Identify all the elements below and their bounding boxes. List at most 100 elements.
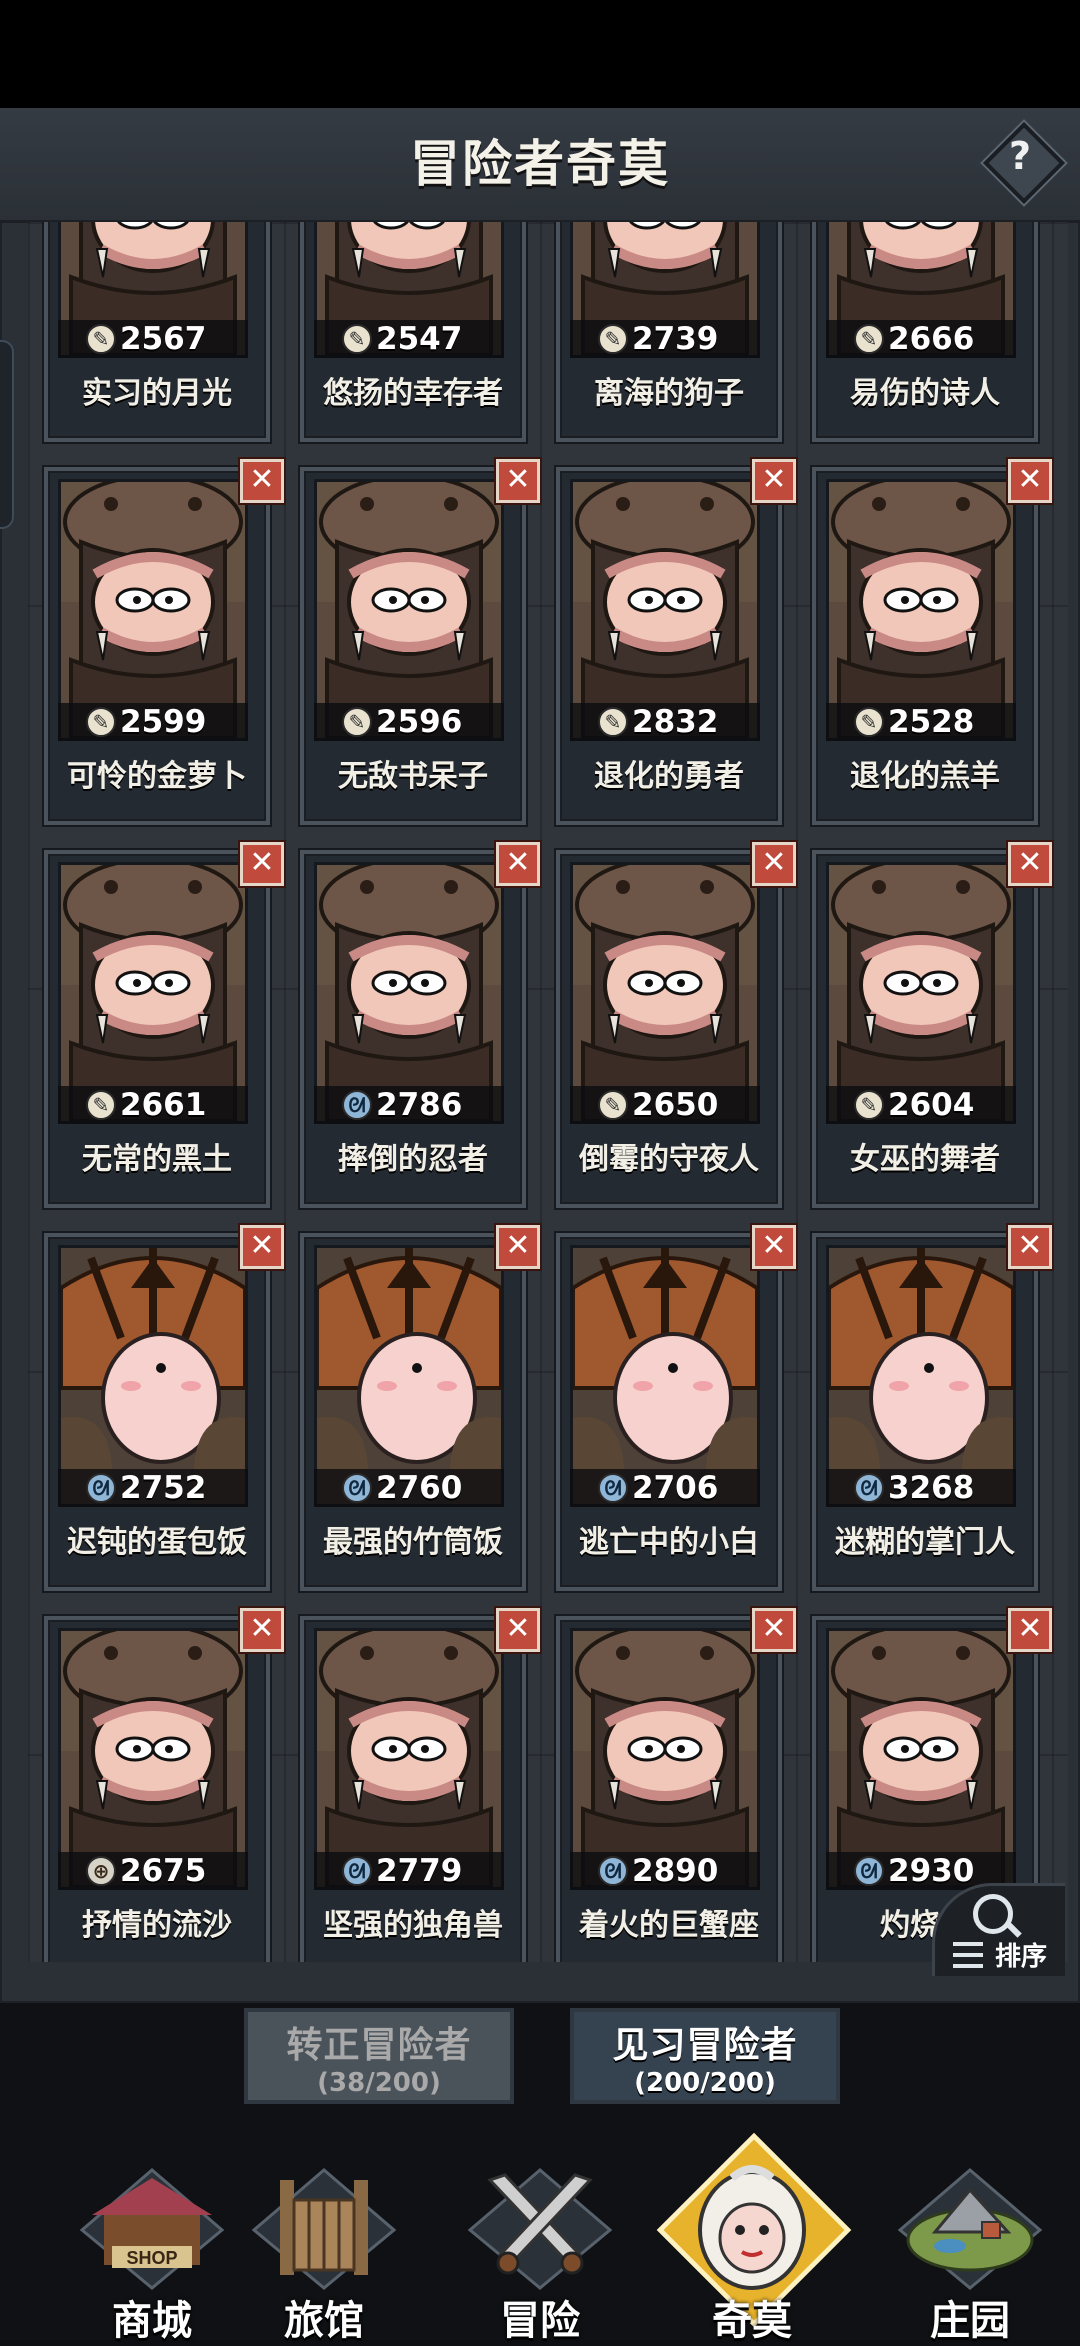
hippo-portrait-art <box>317 1631 501 1887</box>
nav-label-adventure: 冒险 <box>500 2298 580 2344</box>
adventurer-card[interactable]: ᘛ 2890 着火的巨蟹座 ✕ <box>556 1608 796 1962</box>
remove-button[interactable]: ✕ <box>1008 459 1052 503</box>
remove-button[interactable]: ✕ <box>752 1225 796 1269</box>
power-value: 2779 <box>376 1853 463 1889</box>
inn-gate-icon <box>251 2168 397 2290</box>
hippo-portrait-art <box>317 482 501 738</box>
tab-formal-adventurers[interactable]: 转正冒险者 (38/200) <box>244 2008 514 2104</box>
adventurer-card[interactable]: ✎ 2604 女巫的舞者 ✕ <box>812 842 1052 1208</box>
power-value: 2661 <box>120 1087 207 1123</box>
warrior-class-icon: ✎ <box>598 707 628 737</box>
adventurer-grid[interactable]: ✎ 2567 实习的月光 ✎ 2547 悠扬的幸存者 ✎ 2739 离海的狗子 ✎ 2666 易伤的诗… <box>28 222 1068 1962</box>
hippo-portrait-art <box>573 1631 757 1887</box>
power-value: 2832 <box>632 704 719 740</box>
adventurer-card[interactable]: ✎ 2567 实习的月光 <box>44 222 270 442</box>
help-button[interactable]: ? <box>982 121 1066 205</box>
adventurer-card[interactable]: ✎ 2650 倒霉的守夜人 ✕ <box>556 842 796 1208</box>
adventurer-portrait <box>826 1628 1016 1890</box>
nav-label-shop: 商城 <box>112 2298 192 2344</box>
crossed-swords-icon <box>467 2168 613 2290</box>
adventurer-portrait <box>314 1245 504 1507</box>
power-value: 2528 <box>888 704 975 740</box>
adventurer-card[interactable]: ✎ 2599 可怜的金萝卜 ✕ <box>44 459 284 825</box>
remove-button[interactable]: ✕ <box>240 1225 284 1269</box>
nav-item-manor[interactable]: 庄园 <box>870 2120 1070 2344</box>
tab-trainee-adventurers[interactable]: 见习冒险者 (200/200) <box>570 2008 840 2104</box>
adventurer-card[interactable]: ✎ 2661 无常的黑土 ✕ <box>44 842 284 1208</box>
adventurer-card[interactable]: ᘛ 2786 摔倒的忍者 ✕ <box>300 842 540 1208</box>
adventurer-card[interactable]: ✎ 2547 悠扬的幸存者 <box>300 222 526 442</box>
remove-button[interactable]: ✕ <box>240 1608 284 1652</box>
mage-class-icon: ᘛ <box>342 1473 372 1503</box>
remove-button[interactable]: ✕ <box>496 1608 540 1652</box>
adventurer-card[interactable]: ⊕ 2675 抒情的流沙 ✕ <box>44 1608 284 1962</box>
mage-class-icon: ᘛ <box>342 1856 372 1886</box>
close-icon: ✕ <box>505 462 531 497</box>
adventurer-name: 无敌书呆子 <box>338 759 488 794</box>
helmet-portrait-art <box>317 1248 501 1504</box>
remove-button[interactable]: ✕ <box>496 1225 540 1269</box>
nav-item-adventure[interactable]: 冒险 <box>440 2120 640 2344</box>
adventurer-name: 易伤的诗人 <box>850 376 1000 411</box>
remove-button[interactable]: ✕ <box>1008 1608 1052 1652</box>
helmet-portrait-art <box>573 1248 757 1504</box>
adventurer-card[interactable]: ᘛ 2779 坚强的独角兽 ✕ <box>300 1608 540 1962</box>
adventurer-card[interactable]: ✎ 2666 易伤的诗人 <box>812 222 1038 442</box>
adventurer-card[interactable]: ✎ 2596 无敌书呆子 ✕ <box>300 459 540 825</box>
warrior-class-icon: ✎ <box>598 324 628 354</box>
adventurer-portrait <box>570 1245 760 1507</box>
adventurer-portrait <box>314 1628 504 1890</box>
close-icon: ✕ <box>1017 462 1043 497</box>
power-value: 2760 <box>376 1470 463 1506</box>
manor-island-icon <box>897 2168 1043 2290</box>
adventurer-name: 坚强的独角兽 <box>323 1908 503 1943</box>
remove-button[interactable]: ✕ <box>240 842 284 886</box>
adventurer-portrait <box>826 862 1016 1124</box>
remove-button[interactable]: ✕ <box>496 459 540 503</box>
power-value: 2604 <box>888 1087 975 1123</box>
hippo-portrait-art <box>317 865 501 1121</box>
remove-button[interactable]: ✕ <box>496 842 540 886</box>
mage-class-icon: ᘛ <box>86 1473 116 1503</box>
adventurer-card[interactable]: ✎ 2832 退化的勇者 ✕ <box>556 459 796 825</box>
warrior-class-icon: ✎ <box>854 707 884 737</box>
close-icon: ✕ <box>505 845 531 880</box>
page-title: 冒险者奇莫 <box>410 135 670 193</box>
remove-button[interactable]: ✕ <box>752 1608 796 1652</box>
adventurer-card[interactable]: ✎ 2528 退化的羔羊 ✕ <box>812 459 1052 825</box>
nav-item-inn[interactable]: 旅馆 <box>224 2120 424 2344</box>
close-icon: ✕ <box>1017 845 1043 880</box>
remove-button[interactable]: ✕ <box>752 459 796 503</box>
adventurer-portrait <box>570 1628 760 1890</box>
remove-button[interactable]: ✕ <box>1008 1225 1052 1269</box>
adventurer-card[interactable]: ᘛ 2752 迟钝的蛋包饭 ✕ <box>44 1225 284 1591</box>
adventurer-card[interactable]: ✎ 2739 离海的狗子 <box>556 222 782 442</box>
adventurer-portrait <box>314 479 504 741</box>
remove-button[interactable]: ✕ <box>752 842 796 886</box>
nav-item-shop[interactable]: SHOP 商城 <box>52 2120 252 2344</box>
warrior-class-icon: ✎ <box>854 1090 884 1120</box>
remove-button[interactable]: ✕ <box>1008 842 1052 886</box>
nav-item-kimo[interactable]: 奇莫 <box>652 2120 852 2344</box>
close-icon: ✕ <box>505 1228 531 1263</box>
power-value: 2752 <box>120 1470 207 1506</box>
helmet-portrait-art <box>829 1248 1013 1504</box>
hippo-portrait-art <box>829 1631 1013 1887</box>
adventurer-portrait <box>58 479 248 741</box>
adventurer-name: 倒霉的守夜人 <box>579 1142 759 1177</box>
close-icon: ✕ <box>249 462 275 497</box>
adventurer-name: 抒情的流沙 <box>82 1908 232 1943</box>
close-icon: ✕ <box>249 845 275 880</box>
adventurer-card[interactable]: ᘛ 3268 迷糊的掌门人 ✕ <box>812 1225 1052 1591</box>
kimo-mascot-icon <box>698 2165 806 2290</box>
adventurer-name: 可怜的金萝卜 <box>67 759 247 794</box>
sort-button[interactable]: 排序 <box>932 1883 1065 1976</box>
remove-button[interactable]: ✕ <box>240 459 284 503</box>
side-drawer-handle[interactable] <box>0 340 14 529</box>
adventurer-name: 迟钝的蛋包饭 <box>67 1525 247 1560</box>
adventurer-name: 实习的月光 <box>82 376 232 411</box>
tab-formal-label: 转正冒险者 <box>286 2025 472 2066</box>
warrior-class-icon: ✎ <box>598 1090 628 1120</box>
adventurer-card[interactable]: ᘛ 2760 最强的竹筒饭 ✕ <box>300 1225 540 1591</box>
adventurer-card[interactable]: ᘛ 2706 逃亡中的小白 ✕ <box>556 1225 796 1591</box>
